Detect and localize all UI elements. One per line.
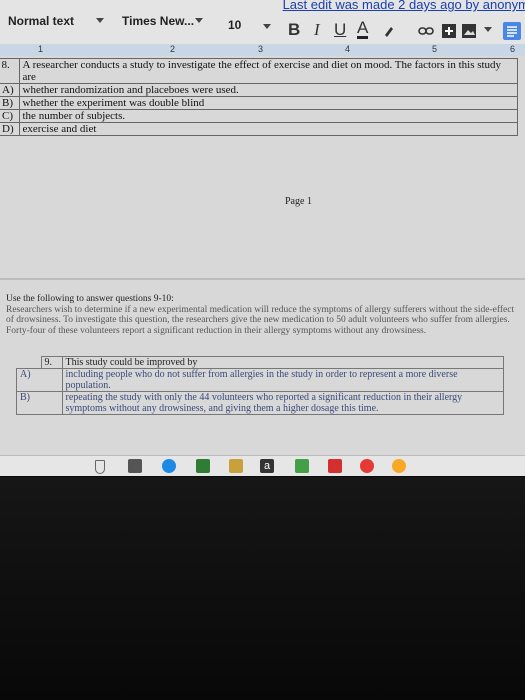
docs-toolbar: Last edit was made 2 days ago by anonym … [0, 0, 525, 48]
font-size-input[interactable]: 10 [228, 18, 241, 32]
option-letter: B) [16, 391, 63, 415]
question-8-table: 8. A researcher conducts a study to inve… [0, 58, 518, 136]
option-text: repeating the study with only the 44 vol… [61, 391, 504, 415]
question-number: 9. [40, 356, 63, 369]
task-view-icon[interactable] [128, 459, 142, 473]
page-number: Page 1 [285, 196, 312, 207]
option-letter: B) [0, 96, 20, 110]
chevron-down-icon[interactable] [96, 18, 104, 23]
screen: Last edit was made 2 days ago by anonym … [0, 0, 525, 476]
italic-button[interactable]: I [314, 20, 320, 40]
chrome-icon[interactable] [360, 459, 374, 473]
highlight-pen-icon[interactable] [382, 24, 396, 38]
option-letter: A) [0, 83, 20, 97]
passage-intro: Use the following to answer questions 9-… [6, 294, 174, 304]
passage: Use the following to answer questions 9-… [6, 294, 521, 336]
option-text: whether randomization and placeboes were… [18, 83, 518, 97]
last-edit-link[interactable]: Last edit was made 2 days ago by anonym [283, 0, 525, 12]
amazon-icon[interactable]: a [260, 459, 274, 473]
option-text: the number of subjects. [18, 109, 518, 123]
option-text: including people who do not suffer from … [61, 368, 504, 392]
edge-browser-icon[interactable] [162, 459, 176, 473]
question-stem: This study could be improved by [61, 356, 504, 369]
document-page[interactable]: 8. A researcher conducts a study to inve… [0, 56, 525, 476]
app-icon[interactable] [392, 459, 406, 473]
link-icon[interactable] [418, 24, 434, 38]
font-dropdown[interactable]: Times New... [122, 14, 194, 28]
microphone-icon[interactable] [95, 460, 105, 474]
taskbar: a [0, 455, 525, 476]
insert-image-icon[interactable] [462, 24, 476, 38]
dark-foreground [0, 477, 525, 700]
option-text: whether the experiment was double blind [18, 96, 518, 110]
bold-button[interactable]: B [288, 20, 300, 40]
mail-icon[interactable] [328, 459, 342, 473]
store-icon[interactable] [229, 459, 243, 473]
maps-icon[interactable] [295, 459, 309, 473]
passage-body: Researchers wish to determine if a new e… [6, 304, 515, 336]
question-number: 8. [0, 58, 20, 84]
chevron-down-icon[interactable] [484, 27, 492, 32]
question-stem: A researcher conducts a study to investi… [18, 58, 518, 84]
underline-button[interactable]: U [334, 20, 346, 40]
insert-comment-icon[interactable] [442, 24, 456, 38]
chevron-down-icon[interactable] [195, 18, 203, 23]
align-icon[interactable] [503, 22, 521, 40]
chevron-down-icon[interactable] [263, 24, 271, 29]
option-letter: C) [0, 109, 20, 123]
option-letter: A) [16, 368, 63, 392]
question-9-table: 9. This study could be improved by A) in… [16, 356, 504, 415]
option-text: exercise and diet [18, 122, 518, 136]
page-break [0, 278, 525, 280]
photos-icon[interactable] [196, 459, 210, 473]
option-letter: D) [0, 122, 20, 136]
paragraph-style-dropdown[interactable]: Normal text [8, 14, 74, 28]
text-color-button[interactable]: A [357, 19, 369, 39]
